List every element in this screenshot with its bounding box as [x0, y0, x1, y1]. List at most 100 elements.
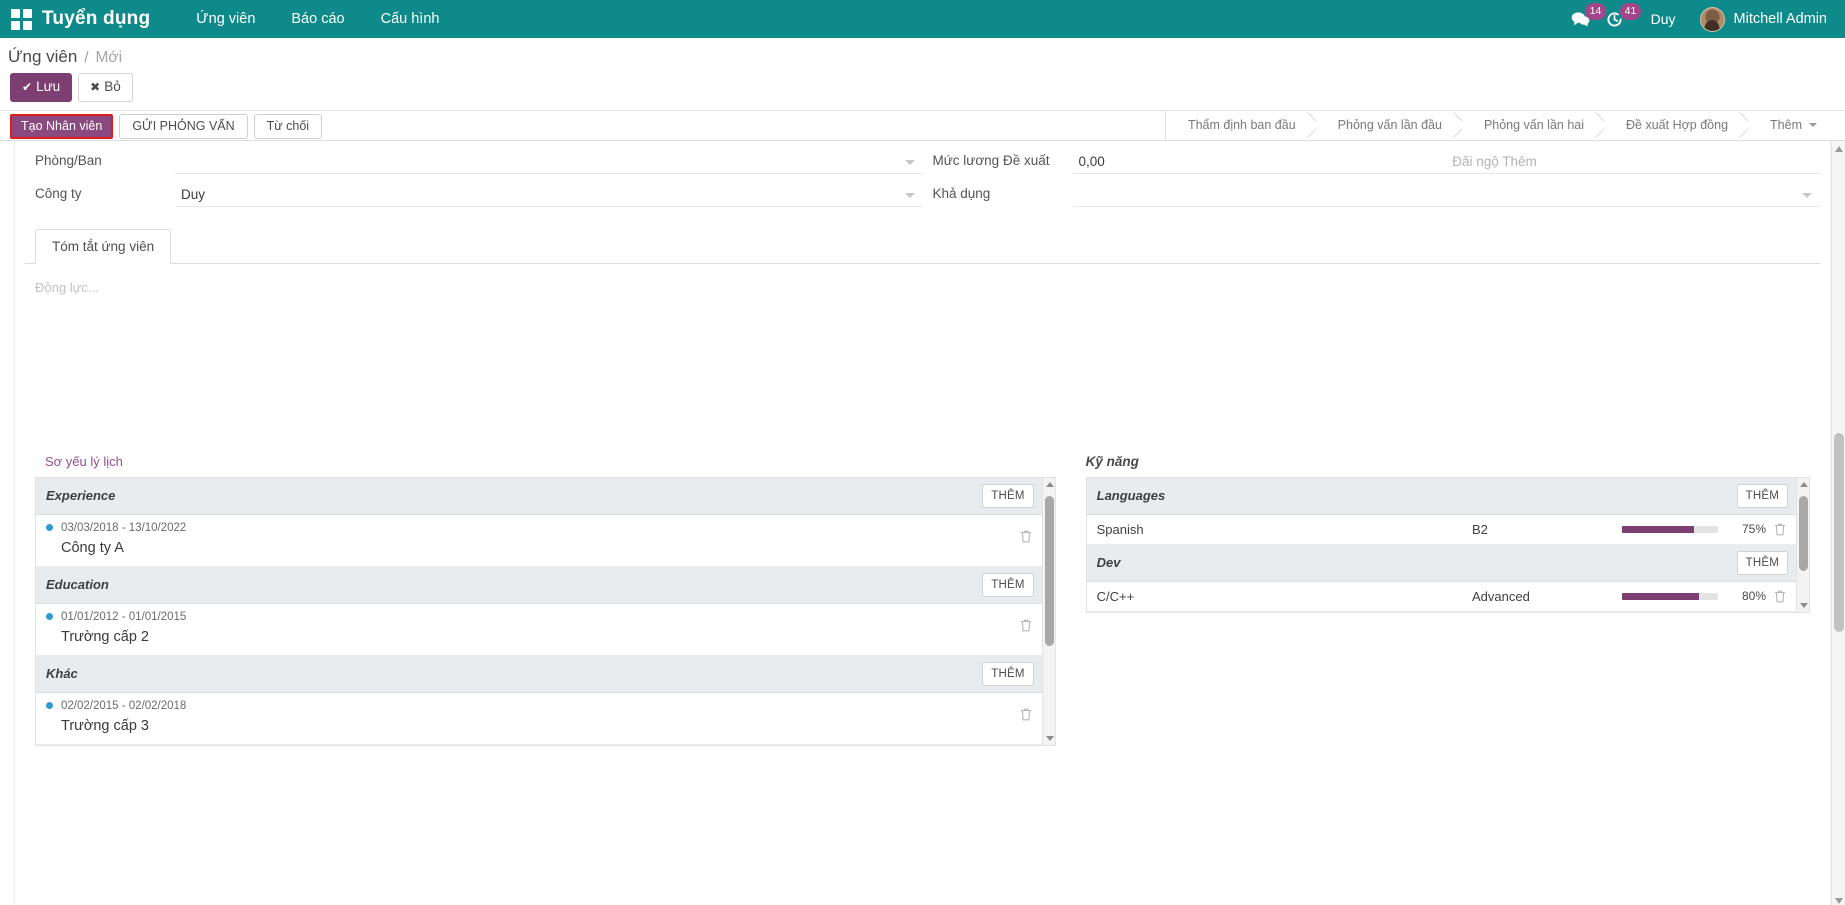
scrollbar-thumb[interactable] [1799, 495, 1808, 571]
trash-icon[interactable] [1018, 528, 1034, 544]
app-brand-title[interactable]: Tuyển dụng [42, 8, 150, 30]
scroll-down-arrow-icon[interactable] [1045, 735, 1054, 741]
notebook-tabs: Tóm tắt ứng viên [25, 228, 1820, 264]
field-control-availability[interactable] [1072, 192, 1820, 207]
stage-label: Thêm [1770, 118, 1802, 133]
stage-contract-proposal[interactable]: Đề xuất Hợp đồng [1604, 110, 1749, 140]
trash-icon[interactable] [1018, 617, 1034, 633]
activities-count-badge: 41 [1619, 3, 1642, 20]
menu-item-reporting[interactable]: Báo cáo [273, 2, 362, 36]
notebook-page-applicant-summary: Động lực... [25, 264, 1820, 444]
skills-list-scroll-area: Languages THÊM Spanish B2 75% Dev THÊM C… [1086, 477, 1809, 612]
skill-progress-bar [1622, 525, 1718, 533]
trash-icon[interactable] [1018, 706, 1034, 722]
resume-entry[interactable]: 01/01/2012 - 01/01/2015 Trường cấp 2 [36, 603, 1042, 656]
user-menu[interactable]: Mitchell Admin [1692, 6, 1831, 32]
stage-more-dropdown[interactable]: Thêm [1748, 110, 1837, 140]
record-controls: ✔ Lưu ✖ Bỏ [0, 71, 1845, 110]
resume-group-experience: Experience THÊM [36, 477, 1042, 515]
action-bar: Tạo Nhân viên GỬI PHỎNG VẤN Từ chối Thẩm… [0, 109, 1845, 141]
field-placeholder-extra-advantages: Đãi ngộ Thêm [1452, 153, 1537, 169]
resume-entry-dates: 02/02/2015 - 02/02/2018 [61, 699, 187, 712]
skill-progress-bar [1622, 592, 1718, 600]
discard-button[interactable]: ✖ Bỏ [78, 73, 133, 102]
stage-label: Phỏng vấn lần hai [1483, 118, 1585, 133]
chevron-down-icon [904, 192, 915, 198]
page-scrollbar[interactable] [1831, 140, 1845, 905]
top-navbar: Tuyển dụng Ứng viên Báo cáo Cấu hình 14 … [0, 0, 1845, 38]
resume-entry-dates: 01/01/2012 - 01/01/2015 [61, 610, 187, 623]
scroll-up-arrow-icon[interactable] [1045, 481, 1054, 487]
scroll-up-arrow-icon[interactable] [1800, 481, 1808, 487]
check-icon: ✔ [22, 80, 33, 94]
times-icon: ✖ [90, 80, 101, 94]
create-employee-button[interactable]: Tạo Nhân viên [10, 113, 114, 139]
field-control-company[interactable]: Duy [175, 187, 923, 207]
form-fields: Phòng/Ban Công ty Duy Mức lương Đề xuất … [15, 141, 1830, 207]
form-column-right: Mức lương Đề xuất 0,00 Đãi ngộ Thêm Khả … [923, 141, 1820, 207]
resume-group-other: Khác THÊM [36, 655, 1042, 693]
motivation-textarea[interactable]: Động lực... [35, 280, 1810, 295]
skill-name: C/C++ [1096, 588, 1135, 604]
skill-name: Spanish [1096, 521, 1144, 537]
field-label-company: Công ty [35, 185, 82, 201]
trash-icon[interactable] [1772, 588, 1788, 604]
save-button[interactable]: ✔ Lưu [10, 73, 73, 102]
resume-title: Sơ yếu lý lịch [45, 453, 123, 469]
field-label-department: Phòng/Ban [35, 152, 102, 168]
resume-group-name: Experience [46, 488, 116, 504]
stage-second-interview[interactable]: Phỏng vấn lần hai [1461, 110, 1605, 140]
field-expected-salary: Mức lương Đề xuất 0,00 Đãi ngộ Thêm [923, 141, 1820, 174]
scroll-down-arrow-icon[interactable] [1800, 602, 1808, 608]
refuse-button[interactable]: Từ chối [253, 113, 323, 139]
resume-pane: Sơ yếu lý lịch Experience THÊM 03/03/201… [35, 444, 1056, 746]
menu-item-candidates[interactable]: Ứng viên [178, 2, 273, 36]
user-name-label: Mitchell Admin [1733, 11, 1827, 27]
resume-list-scrollbar[interactable] [1041, 477, 1055, 745]
skill-percent-label: 75% [1741, 522, 1766, 537]
send-interview-button[interactable]: GỬI PHỎNG VẤN [119, 113, 248, 139]
main-menu: Ứng viên Báo cáo Cấu hình [178, 2, 457, 36]
skill-row[interactable]: Spanish B2 75% [1086, 514, 1796, 545]
field-control-department[interactable] [175, 159, 923, 174]
activities-button[interactable]: 41 [1598, 0, 1642, 38]
menu-item-configuration[interactable]: Cấu hình [363, 2, 458, 36]
chevron-down-icon [1809, 123, 1817, 128]
field-availability: Khả dụng [923, 174, 1820, 207]
stage-initial-qualification[interactable]: Thẩm định ban đầu [1165, 110, 1316, 140]
skills-list-scrollbar[interactable] [1796, 477, 1809, 612]
trash-icon[interactable] [1772, 521, 1788, 537]
form-sheet: Phòng/Ban Công ty Duy Mức lương Đề xuất … [14, 140, 1831, 905]
tab-applicant-summary[interactable]: Tóm tắt ứng viên [35, 228, 172, 264]
resume-entry-title: Trường cấp 3 [61, 717, 149, 734]
skill-level: B2 [1472, 521, 1488, 537]
extra-advantages-input[interactable]: Đãi ngộ Thêm [1446, 154, 1820, 174]
resume-entry-body: 03/03/2018 - 13/10/2022 Công ty A [46, 522, 1018, 556]
bullet-icon [46, 702, 53, 710]
breadcrumb: Ứng viên / Mới [0, 38, 1845, 71]
breadcrumb-root[interactable]: Ứng viên [8, 47, 77, 67]
resume-group-name: Khác [46, 666, 78, 682]
skill-row[interactable]: C/C++ Advanced 80% [1086, 581, 1796, 612]
scrollbar-thumb[interactable] [1834, 432, 1844, 633]
resume-group-name: Education [46, 577, 109, 593]
apps-grid-icon[interactable] [10, 8, 32, 30]
resume-skills-panes: Sơ yếu lý lịch Experience THÊM 03/03/201… [25, 444, 1820, 746]
add-experience-button[interactable]: THÊM [982, 483, 1034, 508]
add-education-button[interactable]: THÊM [982, 572, 1034, 597]
field-department: Phòng/Ban [25, 141, 923, 174]
scroll-down-arrow-icon[interactable] [1835, 897, 1843, 904]
add-other-button[interactable]: THÊM [982, 661, 1034, 686]
expected-salary-input[interactable]: 0,00 [1072, 154, 1447, 174]
messages-button[interactable]: 14 [1563, 0, 1607, 38]
resume-entry-body: 02/02/2015 - 02/02/2018 Trường cấp 3 [46, 700, 1018, 734]
resume-entry[interactable]: 02/02/2015 - 02/02/2018 Trường cấp 3 [36, 692, 1042, 745]
resume-entry[interactable]: 03/03/2018 - 13/10/2022 Công ty A [36, 514, 1042, 567]
stage-first-interview[interactable]: Phỏng vấn lần đầu [1315, 110, 1462, 140]
resume-entry-dates-row: 02/02/2015 - 02/02/2018 [46, 700, 1018, 712]
add-language-skill-button[interactable]: THÊM [1736, 483, 1788, 508]
scrollbar-thumb[interactable] [1044, 495, 1054, 646]
skills-list: Languages THÊM Spanish B2 75% Dev THÊM C… [1085, 476, 1810, 613]
scroll-up-arrow-icon[interactable] [1835, 145, 1843, 152]
add-dev-skill-button[interactable]: THÊM [1736, 550, 1788, 575]
